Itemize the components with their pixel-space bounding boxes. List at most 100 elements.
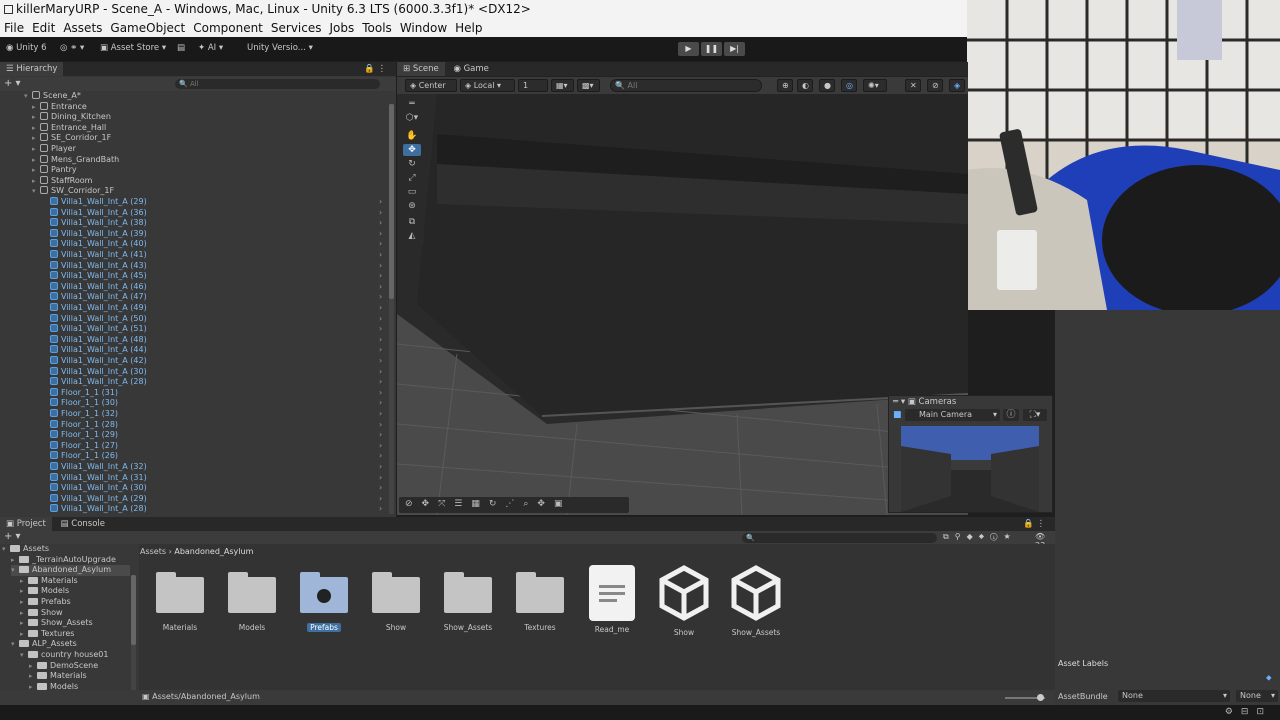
project-lock-icon[interactable]: 🔒 ⋮: [1023, 517, 1045, 531]
prefab-open-chevron-icon[interactable]: ›: [379, 398, 382, 407]
prefab-open-chevron-icon[interactable]: ›: [379, 292, 382, 301]
ai-button[interactable]: ✦ AI ▾: [198, 43, 223, 53]
hierarchy-item[interactable]: ▸ Entrance_Hall: [32, 122, 106, 134]
hierarchy-child-item[interactable]: Villa1_Wall_Int_A (44): [50, 345, 147, 356]
hierarchy-item[interactable]: ▸ StaffRoom: [32, 175, 92, 187]
prefab-open-chevron-icon[interactable]: ›: [379, 451, 382, 460]
hierarchy-item[interactable]: ▸ Dining_Kitchen: [32, 112, 111, 123]
hierarchy-child-item[interactable]: Villa1_Wall_Int_A (32): [50, 462, 147, 473]
project-tree-item[interactable]: ▸ _TerrainAutoUpgrade: [11, 555, 116, 566]
prefab-open-chevron-icon[interactable]: ›: [379, 504, 382, 513]
hierarchy-child-item[interactable]: Villa1_Wall_Int_A (43): [50, 260, 147, 272]
step-button[interactable]: ▶|: [724, 42, 745, 56]
prefab-open-chevron-icon[interactable]: ›: [379, 409, 382, 418]
prefab-open-chevron-icon[interactable]: ›: [379, 303, 382, 312]
label-tag-icon[interactable]: ⬥: [1266, 673, 1272, 683]
hierarchy-child-item[interactable]: Villa1_Wall_Int_A (48): [50, 334, 147, 346]
hierarchy-child-item[interactable]: Villa1_Wall_Int_A (45): [50, 271, 147, 282]
hierarchy-item[interactable]: ▸ Mens_GrandBath: [32, 154, 119, 166]
hierarchy-item[interactable]: ▸ Player: [32, 144, 76, 155]
menu-jobs[interactable]: Jobs: [326, 21, 359, 35]
prefab-open-chevron-icon[interactable]: ›: [379, 250, 382, 259]
prefab-open-chevron-icon[interactable]: ›: [379, 218, 382, 227]
project-filter-icons[interactable]: ⧉⚲◆⬥ⓘ★: [943, 532, 1017, 542]
hierarchy-child-item[interactable]: Villa1_Wall_Int_A (30): [50, 483, 147, 494]
project-tree-item[interactable]: ▸ Materials: [20, 576, 78, 587]
prefab-open-chevron-icon[interactable]: ›: [379, 197, 382, 206]
hierarchy-child-item[interactable]: Villa1_Wall_Int_A (30): [50, 366, 147, 378]
camera-dropdown[interactable]: Main Camera ▾: [905, 409, 1000, 421]
create-asset-button[interactable]: + ▾: [4, 531, 21, 542]
hierarchy-child-item[interactable]: Villa1_Wall_Int_A (40): [50, 239, 147, 250]
hierarchy-child-item[interactable]: Villa1_Wall_Int_A (29): [50, 197, 147, 208]
prefab-open-chevron-icon[interactable]: ›: [379, 314, 382, 323]
hierarchy-child-item[interactable]: Floor_1_1 (32): [50, 409, 118, 420]
hierarchy-item[interactable]: ▸ SE_Corridor_1F: [32, 133, 111, 144]
prefab-open-chevron-icon[interactable]: ›: [379, 208, 382, 217]
hierarchy-child-item[interactable]: Villa1_Wall_Int_A (29): [50, 493, 147, 505]
prefab-open-chevron-icon[interactable]: ›: [379, 473, 382, 482]
hand-tool-icon[interactable]: ✋: [403, 130, 421, 142]
hierarchy-child-item[interactable]: Villa1_Wall_Int_A (46): [50, 281, 147, 293]
orientation-icon[interactable]: ⊕: [777, 79, 793, 92]
project-tree-item[interactable]: ▸ DemoScene: [29, 661, 98, 672]
prefab-open-chevron-icon[interactable]: ›: [379, 441, 382, 450]
camera-info-icon[interactable]: ⓘ: [1003, 409, 1019, 421]
pause-button[interactable]: ❚❚: [701, 42, 722, 56]
prefab-open-chevron-icon[interactable]: ›: [379, 483, 382, 492]
prefab-open-chevron-icon[interactable]: ›: [379, 345, 382, 354]
hierarchy-item[interactable]: ▸ Entrance: [32, 101, 87, 113]
pivot-mode-dropdown[interactable]: ◈ Center ▾: [405, 79, 457, 101]
project-tree-item[interactable]: ▾ Abandoned_Asylum: [11, 565, 130, 576]
assetbundle-dropdown[interactable]: None ▾: [1118, 690, 1230, 702]
prefab-open-chevron-icon[interactable]: ›: [379, 388, 382, 397]
project-tree-item[interactable]: ▸ Textures: [20, 629, 74, 640]
hierarchy-child-item[interactable]: Villa1_Wall_Int_A (39): [50, 228, 147, 240]
prefab-open-chevron-icon[interactable]: ›: [379, 377, 382, 386]
asset-item[interactable]: Show: [649, 565, 719, 637]
grid-toggle-icon[interactable]: ▩▾: [577, 79, 600, 92]
project-search-input[interactable]: 🔍: [742, 533, 937, 543]
play-button[interactable]: ▶: [678, 42, 699, 56]
breadcrumb-root[interactable]: Assets: [140, 547, 166, 556]
assetbundle-variant-dropdown[interactable]: None ▾: [1236, 690, 1278, 702]
hierarchy-child-item[interactable]: Floor_1_1 (27): [50, 440, 118, 452]
breadcrumb-current[interactable]: Abandoned_Asylum: [174, 547, 253, 556]
hierarchy-child-item[interactable]: Villa1_Wall_Int_A (47): [50, 292, 147, 303]
add-object-button[interactable]: + ▾: [4, 78, 21, 89]
hierarchy-child-item[interactable]: Villa1_Wall_Int_A (50): [50, 313, 147, 325]
tab-scene[interactable]: ⊞ Scene: [397, 62, 445, 76]
scene-search-input[interactable]: 🔍 All: [610, 79, 762, 92]
prefab-open-chevron-icon[interactable]: ›: [379, 462, 382, 471]
prefab-open-chevron-icon[interactable]: ›: [379, 420, 382, 429]
prefab-open-chevron-icon[interactable]: ›: [379, 324, 382, 333]
zoom-slider[interactable]: [1005, 694, 1045, 701]
hierarchy-item[interactable]: ▸ Pantry: [32, 165, 77, 176]
tab-game[interactable]: ◉ Game: [447, 62, 494, 76]
version-control-button[interactable]: Unity Versio... ▾: [247, 43, 313, 53]
project-tree-item[interactable]: ▸ Models: [20, 586, 69, 597]
hierarchy-scrollbar[interactable]: [389, 104, 394, 514]
lighting-icon[interactable]: ◎: [841, 79, 857, 92]
hierarchy-child-item[interactable]: Villa1_Wall_Int_A (28): [50, 377, 147, 388]
hierarchy-item[interactable]: ▾ SW_Corridor_1F: [32, 186, 114, 197]
shading-icon[interactable]: ●: [819, 79, 835, 92]
hierarchy-child-item[interactable]: Villa1_Wall_Int_A (36): [50, 207, 147, 219]
project-tree-item[interactable]: ▸ Show_Assets: [20, 618, 93, 629]
hierarchy-child-item[interactable]: Floor_1_1 (31): [50, 387, 118, 399]
prefab-open-chevron-icon[interactable]: ›: [379, 335, 382, 344]
hierarchy-child-item[interactable]: Floor_1_1 (26): [50, 451, 118, 462]
menu-services[interactable]: Services: [267, 21, 326, 35]
hierarchy-child-item[interactable]: Villa1_Wall_Int_A (38): [50, 218, 147, 229]
prefab-open-chevron-icon[interactable]: ›: [379, 239, 382, 248]
gizmos-icon[interactable]: ⊘: [927, 79, 943, 92]
prefab-open-chevron-icon[interactable]: ›: [379, 271, 382, 280]
asset-item[interactable]: Models: [217, 571, 287, 632]
tab-console[interactable]: ▤ Console: [55, 517, 111, 531]
camera-settings-icon[interactable]: ✕: [905, 79, 921, 92]
hierarchy-child-item[interactable]: Floor_1_1 (28): [50, 419, 118, 431]
account-button[interactable]: ◎ ⚭ ▾: [60, 43, 84, 53]
asset-item[interactable]: Show_Assets: [433, 571, 503, 632]
snap-increment-field[interactable]: 1: [518, 79, 548, 92]
project-tree-item[interactable]: ▸ Materials: [29, 671, 87, 682]
